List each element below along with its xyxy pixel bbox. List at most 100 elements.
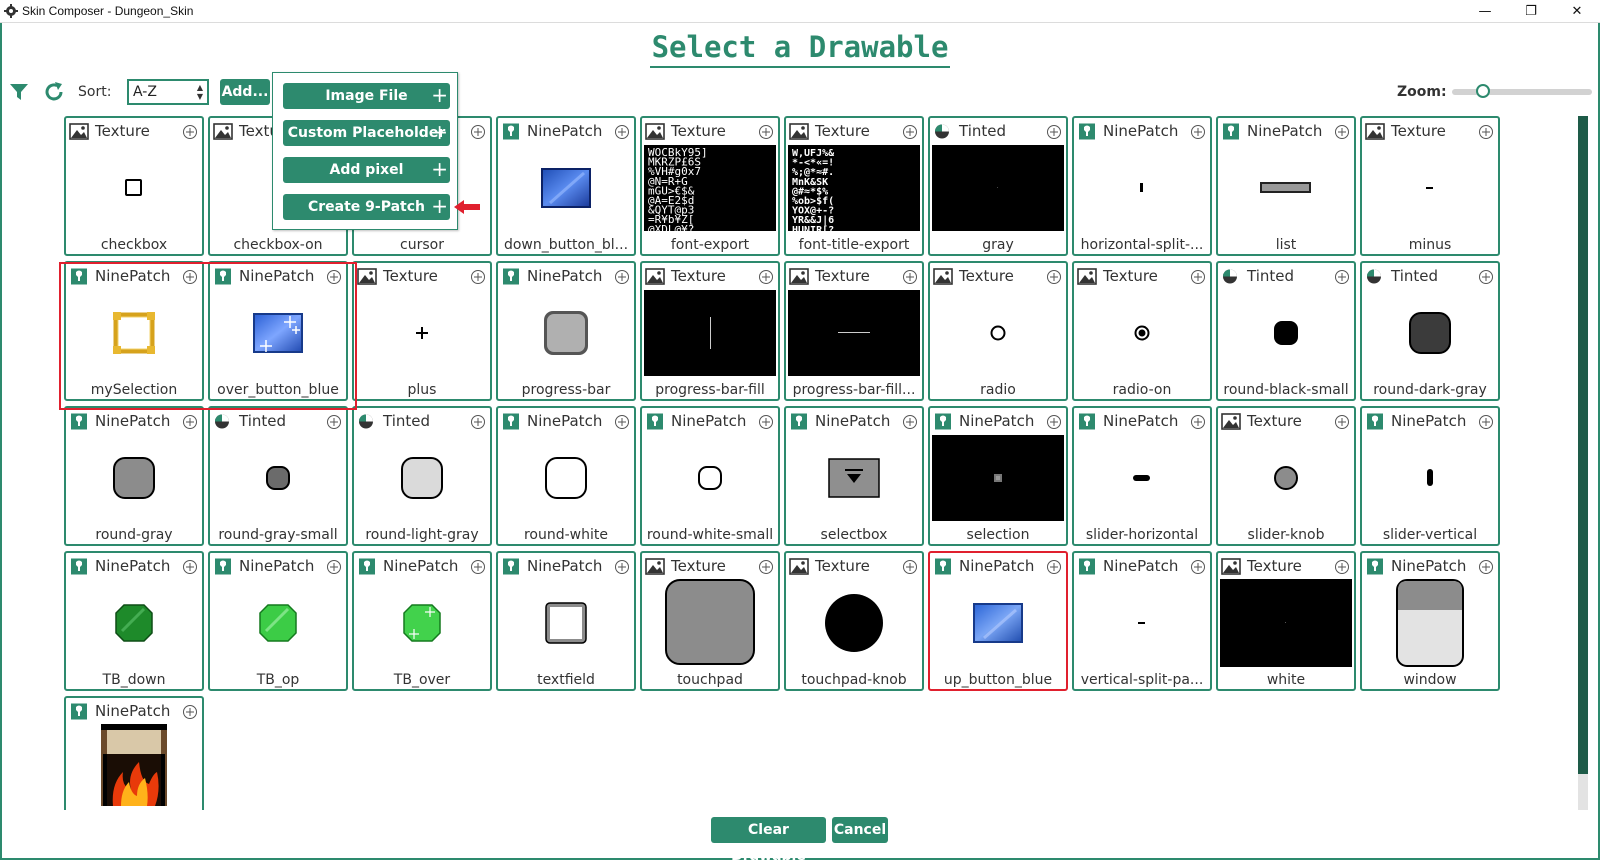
drawable-cell[interactable]: NinePatch xyxy=(64,696,204,810)
grid-scrollbar[interactable] xyxy=(1578,116,1588,810)
plus-circle-icon[interactable] xyxy=(470,124,486,140)
plus-circle-icon[interactable] xyxy=(1046,124,1062,140)
sort-select[interactable]: A-Z ▲ ▼ xyxy=(127,79,209,105)
plus-circle-icon[interactable] xyxy=(614,414,630,430)
drawable-cell[interactable]: NinePatch mySelection xyxy=(64,261,204,401)
drawable-cell[interactable]: NinePatch slider-horizontal xyxy=(1072,406,1212,546)
plus-circle-icon[interactable] xyxy=(1478,414,1494,430)
plus-circle-icon[interactable] xyxy=(902,559,918,575)
plus-circle-icon[interactable] xyxy=(326,559,342,575)
drawable-cell[interactable]: NinePatch slider-vertical xyxy=(1360,406,1500,546)
plus-circle-icon[interactable] xyxy=(326,414,342,430)
plus-icon: + xyxy=(431,194,448,218)
plus-circle-icon[interactable] xyxy=(1478,559,1494,575)
add-button[interactable]: Add... xyxy=(220,79,270,105)
plus-circle-icon[interactable] xyxy=(758,269,774,285)
plus-circle-icon[interactable] xyxy=(182,124,198,140)
plus-circle-icon[interactable] xyxy=(1190,559,1206,575)
plus-circle-icon[interactable] xyxy=(1046,559,1062,575)
drawable-cell[interactable]: Tinted gray xyxy=(928,116,1068,256)
plus-circle-icon[interactable] xyxy=(902,269,918,285)
drawable-cell[interactable]: NinePatch list xyxy=(1216,116,1356,256)
menu-item-image-file[interactable]: Image File + xyxy=(283,83,450,109)
drawable-cell[interactable]: Texture touchpad-knob xyxy=(784,551,924,691)
close-button[interactable]: ✕ xyxy=(1554,0,1600,23)
drawable-cell[interactable]: NinePatch horizontal-split-... xyxy=(1072,116,1212,256)
plus-circle-icon[interactable] xyxy=(182,704,198,720)
plus-circle-icon[interactable] xyxy=(1334,414,1350,430)
plus-circle-icon[interactable] xyxy=(182,559,198,575)
plus-circle-icon[interactable] xyxy=(902,414,918,430)
drawable-cell[interactable]: NinePatch over_button_blue xyxy=(208,261,348,401)
drawable-cell[interactable]: NinePatch selection xyxy=(928,406,1068,546)
plus-circle-icon[interactable] xyxy=(1478,269,1494,285)
texture-icon xyxy=(69,122,89,140)
plus-circle-icon[interactable] xyxy=(1334,124,1350,140)
zoom-slider-knob[interactable] xyxy=(1476,84,1490,98)
drawable-cell[interactable]: Texture radio xyxy=(928,261,1068,401)
drawable-cell[interactable]: Texture progress-bar-fill xyxy=(640,261,780,401)
cancel-button[interactable]: Cancel xyxy=(832,817,888,843)
plus-circle-icon[interactable] xyxy=(1190,269,1206,285)
drawable-cell[interactable]: NinePatch round-white xyxy=(496,406,636,546)
plus-circle-icon[interactable] xyxy=(1334,269,1350,285)
plus-circle-icon[interactable] xyxy=(758,414,774,430)
plus-circle-icon[interactable] xyxy=(1046,269,1062,285)
filter-icon[interactable] xyxy=(9,82,29,102)
plus-circle-icon[interactable] xyxy=(758,559,774,575)
plus-circle-icon[interactable] xyxy=(614,269,630,285)
drawable-cell[interactable]: NinePatch round-gray xyxy=(64,406,204,546)
spinner-arrows-icon[interactable]: ▲ ▼ xyxy=(197,83,203,101)
drawable-cell[interactable]: Texture touchpad xyxy=(640,551,780,691)
plus-circle-icon[interactable] xyxy=(758,124,774,140)
drawable-cell[interactable]: NinePatch progress-bar xyxy=(496,261,636,401)
drawable-cell[interactable]: NinePatch vertical-split-pa... xyxy=(1072,551,1212,691)
zoom-slider[interactable] xyxy=(1452,89,1592,95)
clear-drawable-button[interactable]: Clear Drawable xyxy=(711,817,826,860)
plus-circle-icon[interactable] xyxy=(614,559,630,575)
drawable-cell[interactable]: NinePatch TB_down xyxy=(64,551,204,691)
drawable-cell[interactable]: Tinted round-light-gray xyxy=(352,406,492,546)
plus-circle-icon[interactable] xyxy=(470,414,486,430)
menu-item-custom-placeholder[interactable]: Custom Placeholder + xyxy=(283,120,450,146)
drawable-cell[interactable]: Tinted round-gray-small xyxy=(208,406,348,546)
menu-item-add-pixel[interactable]: Add pixel + xyxy=(283,157,450,183)
plus-circle-icon[interactable] xyxy=(326,269,342,285)
maximize-button[interactable]: ❐ xyxy=(1508,0,1554,23)
plus-circle-icon[interactable] xyxy=(614,124,630,140)
tinted-icon xyxy=(357,413,377,430)
drawable-cell[interactable]: NinePatch window xyxy=(1360,551,1500,691)
drawable-cell[interactable]: NinePatch TB_over xyxy=(352,551,492,691)
plus-circle-icon[interactable] xyxy=(1334,559,1350,575)
drawable-cell[interactable]: Texture progress-bar-fill... xyxy=(784,261,924,401)
drawable-cell[interactable]: Tinted round-black-small xyxy=(1216,261,1356,401)
plus-circle-icon[interactable] xyxy=(470,269,486,285)
plus-circle-icon[interactable] xyxy=(902,124,918,140)
plus-circle-icon[interactable] xyxy=(182,414,198,430)
drawable-cell[interactable]: Texture WOCBkY95] MKRZP£6S %VH#g0x7 @N=R+G mG… xyxy=(640,116,780,256)
drawable-cell[interactable]: NinePatch round-white-small xyxy=(640,406,780,546)
plus-circle-icon[interactable] xyxy=(182,269,198,285)
menu-item-create-9-patch[interactable]: Create 9-Patch + xyxy=(283,194,450,220)
drawable-cell[interactable]: Texture white xyxy=(1216,551,1356,691)
drawable-cell[interactable]: NinePatch TB_op xyxy=(208,551,348,691)
plus-circle-icon[interactable] xyxy=(470,559,486,575)
drawable-cell[interactable]: Texture W,UFJ%& *-<*«=! %;@*≈#. MnK&SK @#≈*$%… xyxy=(784,116,924,256)
minimize-button[interactable]: — xyxy=(1462,0,1508,23)
drawable-cell[interactable]: Texture plus xyxy=(352,261,492,401)
drawable-cell[interactable]: Texture slider-knob xyxy=(1216,406,1356,546)
scrollbar-thumb[interactable] xyxy=(1578,116,1588,774)
drawable-cell[interactable]: Tinted round-dark-gray xyxy=(1360,261,1500,401)
plus-circle-icon[interactable] xyxy=(1190,124,1206,140)
drawable-cell[interactable]: Texture minus xyxy=(1360,116,1500,256)
refresh-icon[interactable] xyxy=(42,80,66,104)
drawable-cell[interactable]: NinePatch up_button_blue xyxy=(928,551,1068,691)
drawable-cell[interactable]: NinePatch textfield xyxy=(496,551,636,691)
drawable-cell[interactable]: Texture checkbox xyxy=(64,116,204,256)
drawable-cell[interactable]: NinePatch down_button_bl... xyxy=(496,116,636,256)
plus-circle-icon[interactable] xyxy=(1046,414,1062,430)
plus-circle-icon[interactable] xyxy=(1478,124,1494,140)
drawable-cell[interactable]: Texture radio-on xyxy=(1072,261,1212,401)
plus-circle-icon[interactable] xyxy=(1190,414,1206,430)
drawable-cell[interactable]: NinePatch selectbox xyxy=(784,406,924,546)
